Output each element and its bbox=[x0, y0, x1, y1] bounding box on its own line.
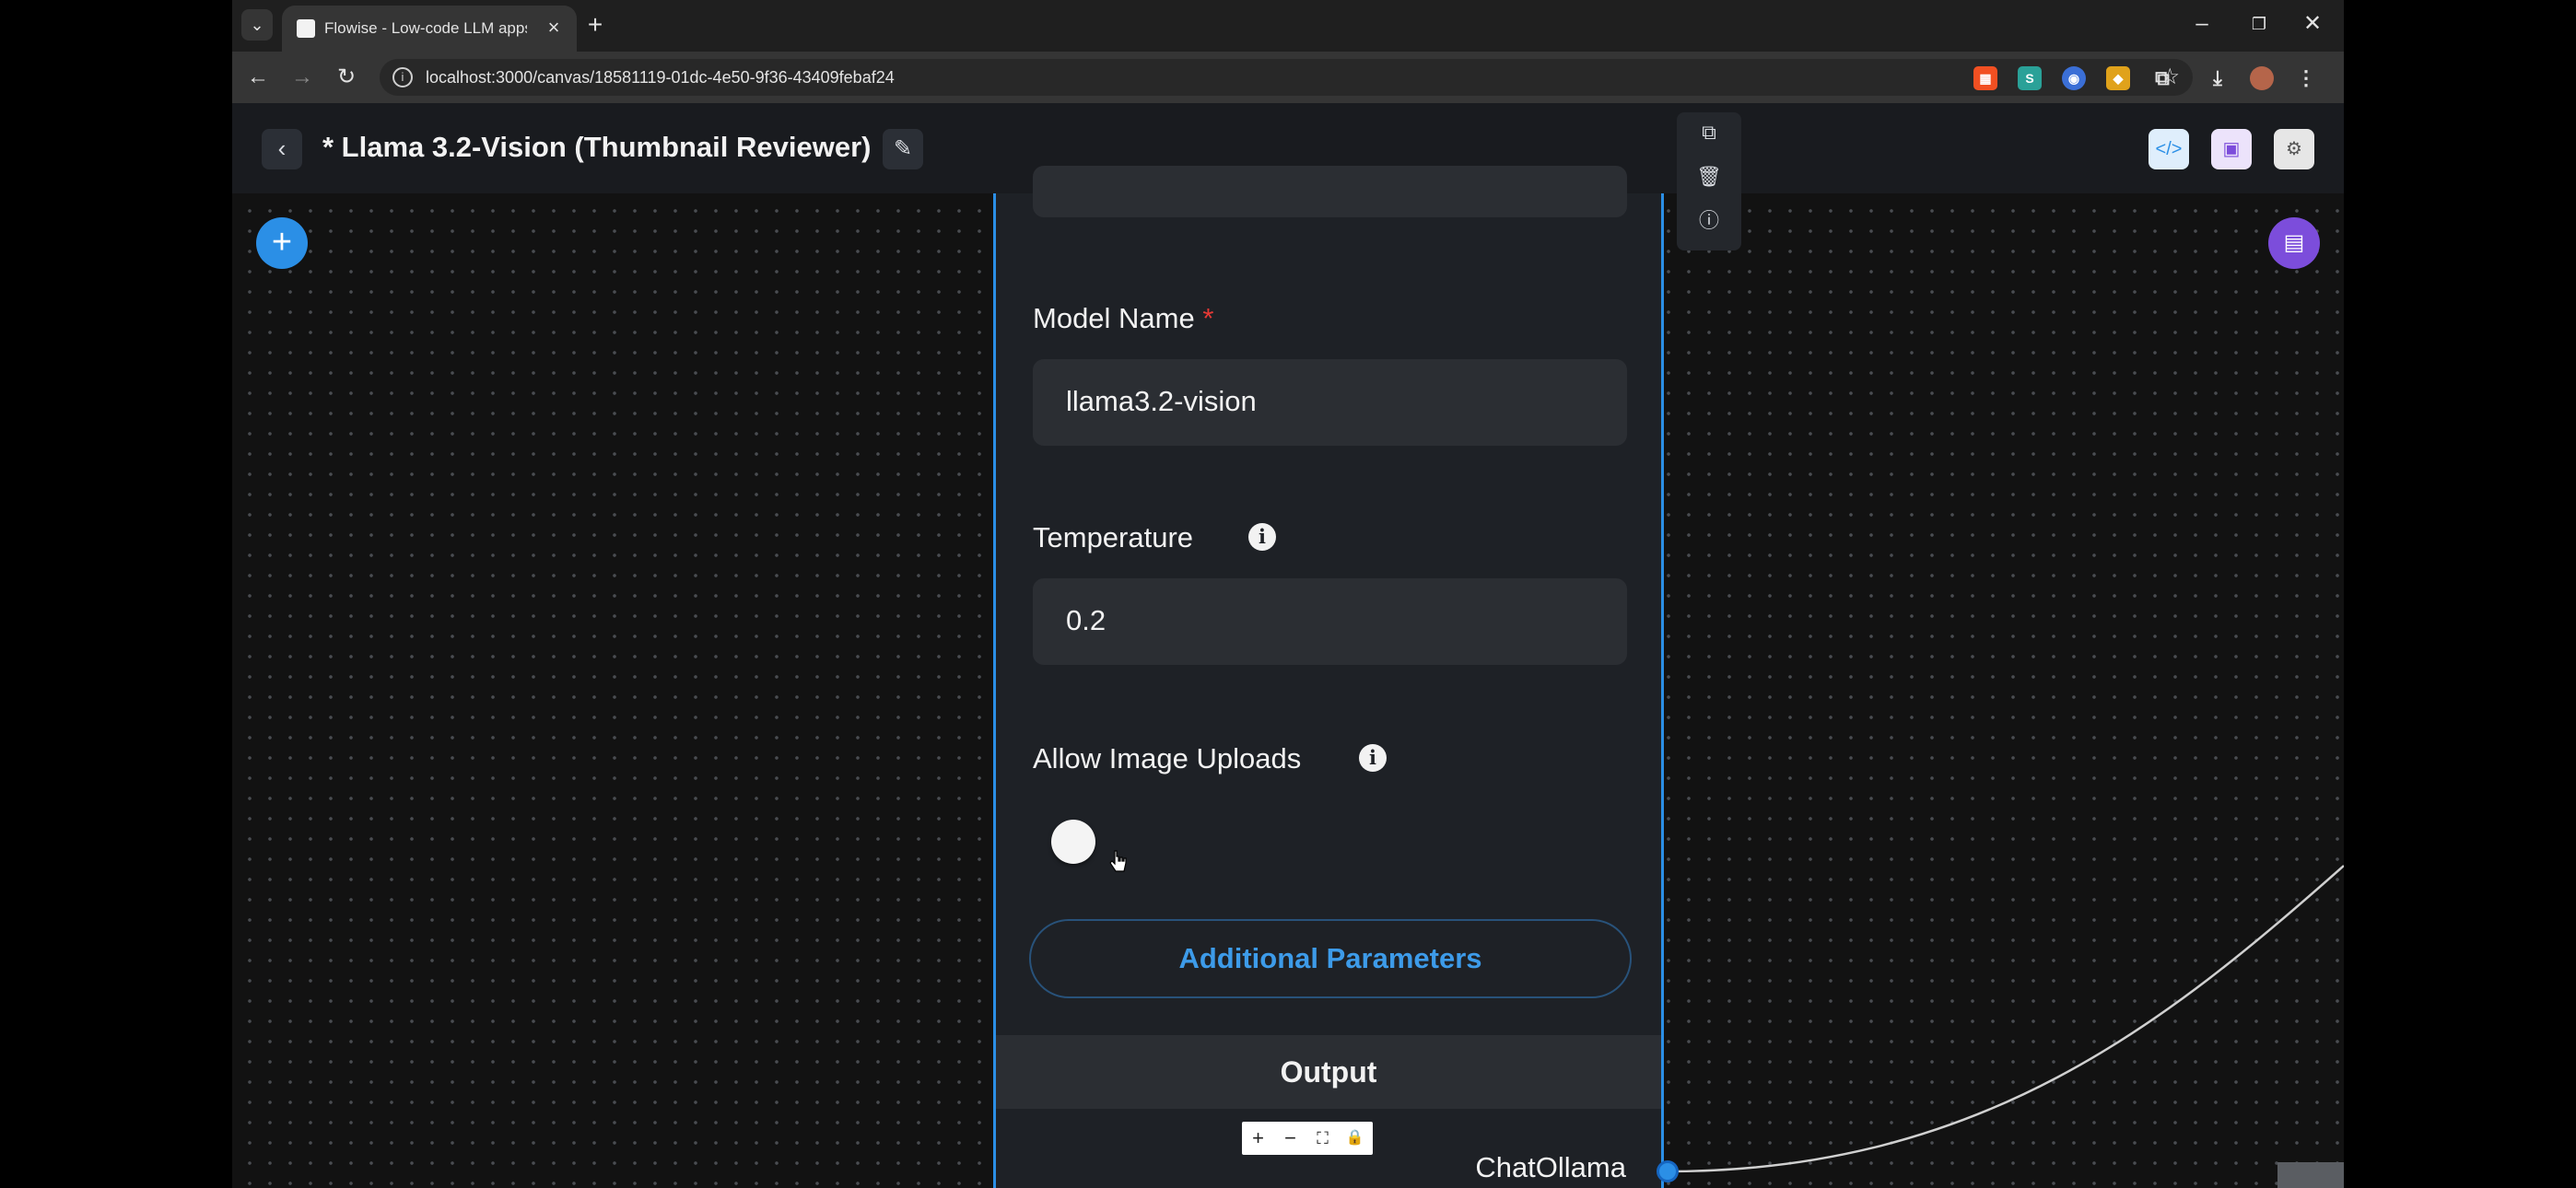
toolbar: ← → ↻ i localhost:3000/canvas/18581119-0… bbox=[232, 52, 2344, 103]
favicon-icon bbox=[297, 19, 315, 38]
extensions-puzzle-icon[interactable]: ⧉ bbox=[2150, 66, 2174, 90]
api-endpoint-button[interactable]: </> bbox=[2149, 129, 2189, 169]
extension-icon-3[interactable]: ◉ bbox=[2062, 66, 2086, 90]
flow-canvas[interactable]: + ▤ Model Name * llama3.2-vision Tempera… bbox=[232, 112, 2344, 1188]
extension-icon-4[interactable]: ◆ bbox=[2106, 66, 2130, 90]
output-connection-handle[interactable] bbox=[1657, 1160, 1679, 1182]
allow-image-uploads-info-icon[interactable]: i bbox=[1359, 744, 1387, 772]
browser-menu-icon[interactable]: ⋮ bbox=[2294, 66, 2318, 90]
zoom-out-icon[interactable]: − bbox=[1274, 1122, 1306, 1155]
address-bar[interactable]: i localhost:3000/canvas/18581119-01dc-4e… bbox=[380, 59, 2193, 96]
back-arrow-icon[interactable]: ← bbox=[241, 61, 275, 94]
allow-image-uploads-toggle[interactable] bbox=[1051, 820, 1095, 864]
chat-icon[interactable]: ▤ bbox=[2268, 217, 2320, 269]
url-text: localhost:3000/canvas/18581119-01dc-4e50… bbox=[426, 68, 895, 87]
temperature-info-icon[interactable]: i bbox=[1248, 523, 1276, 551]
canvas-controls: + − ⛶ 🔒 bbox=[1242, 1122, 1373, 1155]
output-header: Output bbox=[996, 1035, 1661, 1109]
chatollama-node[interactable]: Model Name * llama3.2-vision Temperature… bbox=[993, 166, 1664, 1188]
profile-avatar[interactable] bbox=[2250, 66, 2274, 90]
new-tab-button[interactable]: + bbox=[579, 9, 612, 42]
download-icon[interactable]: ⤓ bbox=[2206, 66, 2230, 90]
output-anchor-label: ChatOllama bbox=[1475, 1151, 1626, 1183]
reload-icon[interactable]: ↻ bbox=[330, 61, 363, 94]
model-name-label: Model Name * bbox=[1033, 302, 1214, 334]
extension-icon-1[interactable]: ▦ bbox=[1973, 66, 1997, 90]
close-window-icon[interactable]: ✕ bbox=[2294, 7, 2331, 41]
restore-icon[interactable]: ❐ bbox=[2241, 7, 2277, 41]
forward-arrow-icon[interactable]: → bbox=[286, 61, 319, 94]
model-name-input[interactable]: llama3.2-vision bbox=[1033, 359, 1627, 446]
previous-field-input[interactable] bbox=[1033, 166, 1627, 217]
node-toolbar: ⧉ 🗑 ⓘ bbox=[1677, 112, 1741, 250]
additional-parameters-button[interactable]: Additional Parameters bbox=[1029, 919, 1632, 998]
tab-search-button[interactable]: ⌄ bbox=[241, 9, 273, 41]
tab-close-icon[interactable]: × bbox=[540, 14, 568, 41]
screen: ⌄ Flowise - Low-code LLM apps b × + – ❐ … bbox=[0, 0, 2576, 1188]
site-info-icon[interactable]: i bbox=[392, 67, 413, 87]
fit-view-icon[interactable]: ⛶ bbox=[1306, 1122, 1339, 1155]
trash-icon[interactable]: 🗑 bbox=[1692, 160, 1726, 193]
minimize-icon[interactable]: – bbox=[2184, 7, 2220, 41]
minimap[interactable] bbox=[2277, 1162, 2344, 1188]
flow-title: * Llama 3.2-Vision (Thumbnail Reviewer) bbox=[322, 131, 872, 163]
mouse-cursor-icon bbox=[1109, 850, 1127, 872]
settings-gear-icon[interactable]: ⚙ bbox=[2274, 129, 2314, 169]
lock-icon[interactable]: 🔒 bbox=[1339, 1122, 1371, 1155]
edit-title-button[interactable]: ✎ bbox=[883, 129, 923, 169]
allow-image-uploads-label: Allow Image Uploads bbox=[1033, 742, 1302, 775]
info-icon[interactable]: ⓘ bbox=[1692, 204, 1726, 238]
temperature-label: Temperature bbox=[1033, 521, 1194, 553]
add-node-button[interactable]: + bbox=[256, 217, 308, 269]
browser-window: ⌄ Flowise - Low-code LLM apps b × + – ❐ … bbox=[232, 0, 2344, 1188]
active-tab[interactable]: Flowise - Low-code LLM apps b × bbox=[282, 6, 577, 52]
temperature-value: 0.2 bbox=[1066, 604, 1107, 636]
required-marker: * bbox=[1202, 302, 1214, 334]
tab-strip: ⌄ Flowise - Low-code LLM apps b × + – ❐ … bbox=[232, 0, 2344, 52]
copy-icon[interactable]: ⧉ bbox=[1692, 116, 1726, 149]
save-flow-button[interactable]: ▣ bbox=[2211, 129, 2252, 169]
model-name-value: llama3.2-vision bbox=[1066, 385, 1257, 417]
temperature-input[interactable]: 0.2 bbox=[1033, 578, 1627, 665]
back-button[interactable]: ‹ bbox=[262, 129, 302, 169]
zoom-in-icon[interactable]: + bbox=[1242, 1122, 1274, 1155]
extension-icon-2[interactable]: S bbox=[2018, 66, 2042, 90]
tab-title: Flowise - Low-code LLM apps b bbox=[324, 19, 527, 37]
